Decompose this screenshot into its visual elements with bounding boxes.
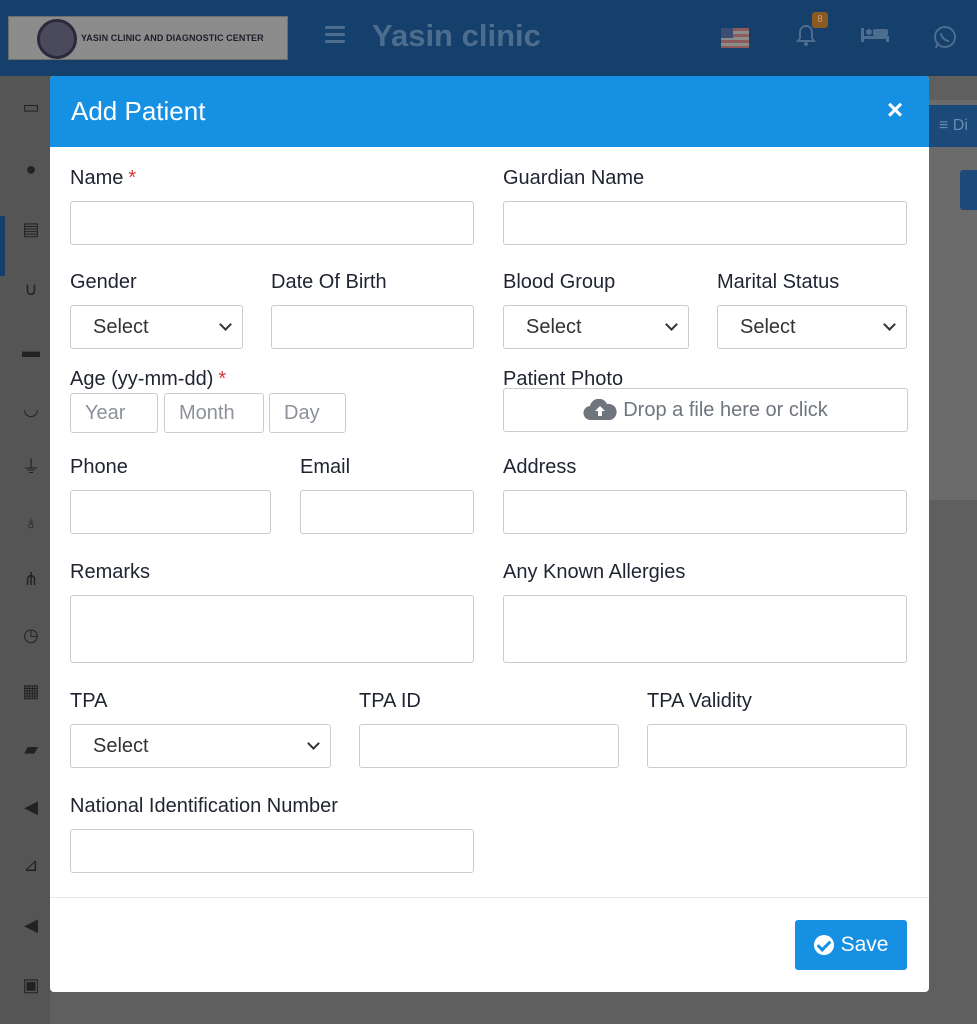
address-field[interactable] [503, 490, 907, 534]
logo-text: YASIN CLINIC AND DIAGNOSTIC CENTER [81, 33, 264, 43]
logo-seal-icon [37, 19, 77, 59]
microscope-icon[interactable]: ♁ [18, 510, 44, 536]
top-navbar: YASIN CLINIC AND DIAGNOSTIC CENTER Yasin… [0, 0, 977, 76]
user-icon[interactable]: ● [18, 156, 44, 182]
bed-sidebar-icon[interactable]: ▬ [18, 338, 44, 364]
blood-group-label: Blood Group [503, 271, 616, 293]
right-panel [929, 100, 977, 500]
right-tab[interactable]: ≡ Di [929, 105, 977, 147]
required-mark: * [128, 167, 137, 189]
guardian-label: Guardian Name [503, 167, 645, 189]
phone-label: Phone [70, 456, 128, 478]
sitemap-icon[interactable]: ⋔ [18, 566, 44, 592]
flask-icon[interactable]: ⏚ [18, 454, 44, 480]
dob-label: Date Of Birth [271, 271, 387, 293]
name-label: Name * [70, 167, 137, 189]
whatsapp-icon[interactable] [932, 24, 958, 56]
save-button-label: Save [840, 933, 889, 956]
phone-input[interactable] [71, 491, 270, 533]
add-patient-modal: Add Patient × Name * Guardian Name Gender… [50, 76, 929, 992]
allergies-textarea[interactable] [503, 595, 907, 663]
app-title: Yasin clinic [372, 18, 541, 53]
required-mark: * [218, 368, 227, 390]
blood-group-select[interactable]: Select [503, 305, 689, 349]
nid-label: National Identification Number [70, 795, 338, 817]
modal-header: Add Patient × [50, 76, 929, 147]
address-label: Address [503, 456, 577, 478]
check-circle-icon [813, 935, 834, 955]
email-label: Email [300, 456, 351, 478]
address-input[interactable] [504, 491, 906, 533]
hamburger-menu-icon[interactable] [325, 26, 345, 44]
chevron-down-icon [883, 318, 896, 331]
clinic-logo[interactable]: YASIN CLINIC AND DIAGNOSTIC CENTER [8, 16, 288, 60]
age-day-field[interactable] [269, 393, 346, 433]
age-year-field[interactable] [70, 393, 158, 433]
dob-input[interactable] [272, 306, 473, 348]
age-month-field[interactable] [164, 393, 264, 433]
modal-title: Add Patient [71, 96, 206, 126]
allergies-label: Any Known Allergies [503, 561, 686, 583]
age-label: Age (yy-mm-dd) * [70, 368, 227, 390]
tpa-select-value: Select [93, 734, 149, 757]
tpa-id-input[interactable] [360, 725, 618, 767]
sidebar-active-indicator [0, 216, 5, 276]
marital-status-select[interactable]: Select [717, 305, 907, 349]
footer-divider [50, 897, 929, 898]
close-icon[interactable]: × [883, 96, 907, 124]
gender-label: Gender [70, 271, 137, 293]
remarks-label: Remarks [70, 561, 151, 583]
megaphone-2-icon[interactable]: ◀ [18, 912, 44, 938]
marital-status-label: Marital Status [717, 271, 840, 293]
cloud-upload-icon [583, 399, 617, 421]
blood-group-select-value: Select [526, 315, 582, 338]
right-button[interactable] [960, 170, 977, 210]
email-input[interactable] [301, 491, 473, 533]
dob-field[interactable] [271, 305, 474, 349]
nid-field[interactable] [70, 829, 474, 873]
sidebar: ▭ ● ▤ ∪ ▬ ◡ ⏚ ♁ ⋔ ◷ ▦ ▰ ◀ ⊿ ◀ ▣ [0, 76, 50, 1024]
us-flag-icon[interactable] [721, 28, 749, 48]
tpa-label: TPA [70, 690, 108, 712]
age-day-input[interactable] [270, 394, 345, 432]
notification-badge: 8 [812, 12, 828, 28]
nid-input[interactable] [71, 830, 473, 872]
bed-icon[interactable] [860, 24, 890, 50]
age-month-input[interactable] [165, 394, 263, 432]
name-field[interactable] [70, 201, 474, 245]
chevron-down-icon [665, 318, 678, 331]
gender-select[interactable]: Select [70, 305, 243, 349]
tpa-id-label: TPA ID [359, 690, 421, 712]
marital-status-select-value: Select [740, 315, 796, 338]
save-button[interactable]: Save [795, 920, 907, 970]
guardian-field[interactable] [503, 201, 907, 245]
mortar-icon[interactable]: ◡ [18, 396, 44, 422]
tpa-validity-label: TPA Validity [647, 690, 752, 712]
remarks-textarea[interactable] [70, 595, 474, 663]
phone-field[interactable] [70, 490, 271, 534]
clock-icon[interactable]: ◷ [18, 622, 44, 648]
stethoscope-icon[interactable]: ∪ [18, 276, 44, 302]
tpa-validity-input[interactable] [648, 725, 906, 767]
chevron-down-icon [219, 318, 232, 331]
money-icon[interactable]: ▰ [18, 736, 44, 762]
bell-icon[interactable] [795, 24, 817, 54]
guardian-input[interactable] [504, 202, 906, 244]
megaphone-icon[interactable]: ◀ [18, 794, 44, 820]
name-input[interactable] [71, 202, 473, 244]
chevron-down-icon [307, 737, 320, 750]
email-field[interactable] [300, 490, 474, 534]
chart-icon[interactable]: ⊿ [18, 852, 44, 878]
lab-icon[interactable]: ▣ [18, 972, 44, 998]
calendar-icon[interactable]: ▦ [18, 678, 44, 704]
dropzone-text: Drop a file here or click [623, 398, 828, 421]
tpa-id-field[interactable] [359, 724, 619, 768]
document-icon[interactable]: ▤ [18, 216, 44, 242]
monitor-icon[interactable]: ▭ [18, 94, 44, 120]
photo-dropzone[interactable]: Drop a file here or click [503, 388, 908, 432]
tpa-validity-field[interactable] [647, 724, 907, 768]
tpa-select[interactable]: Select [70, 724, 331, 768]
age-year-input[interactable] [71, 394, 157, 432]
gender-select-value: Select [93, 315, 149, 338]
